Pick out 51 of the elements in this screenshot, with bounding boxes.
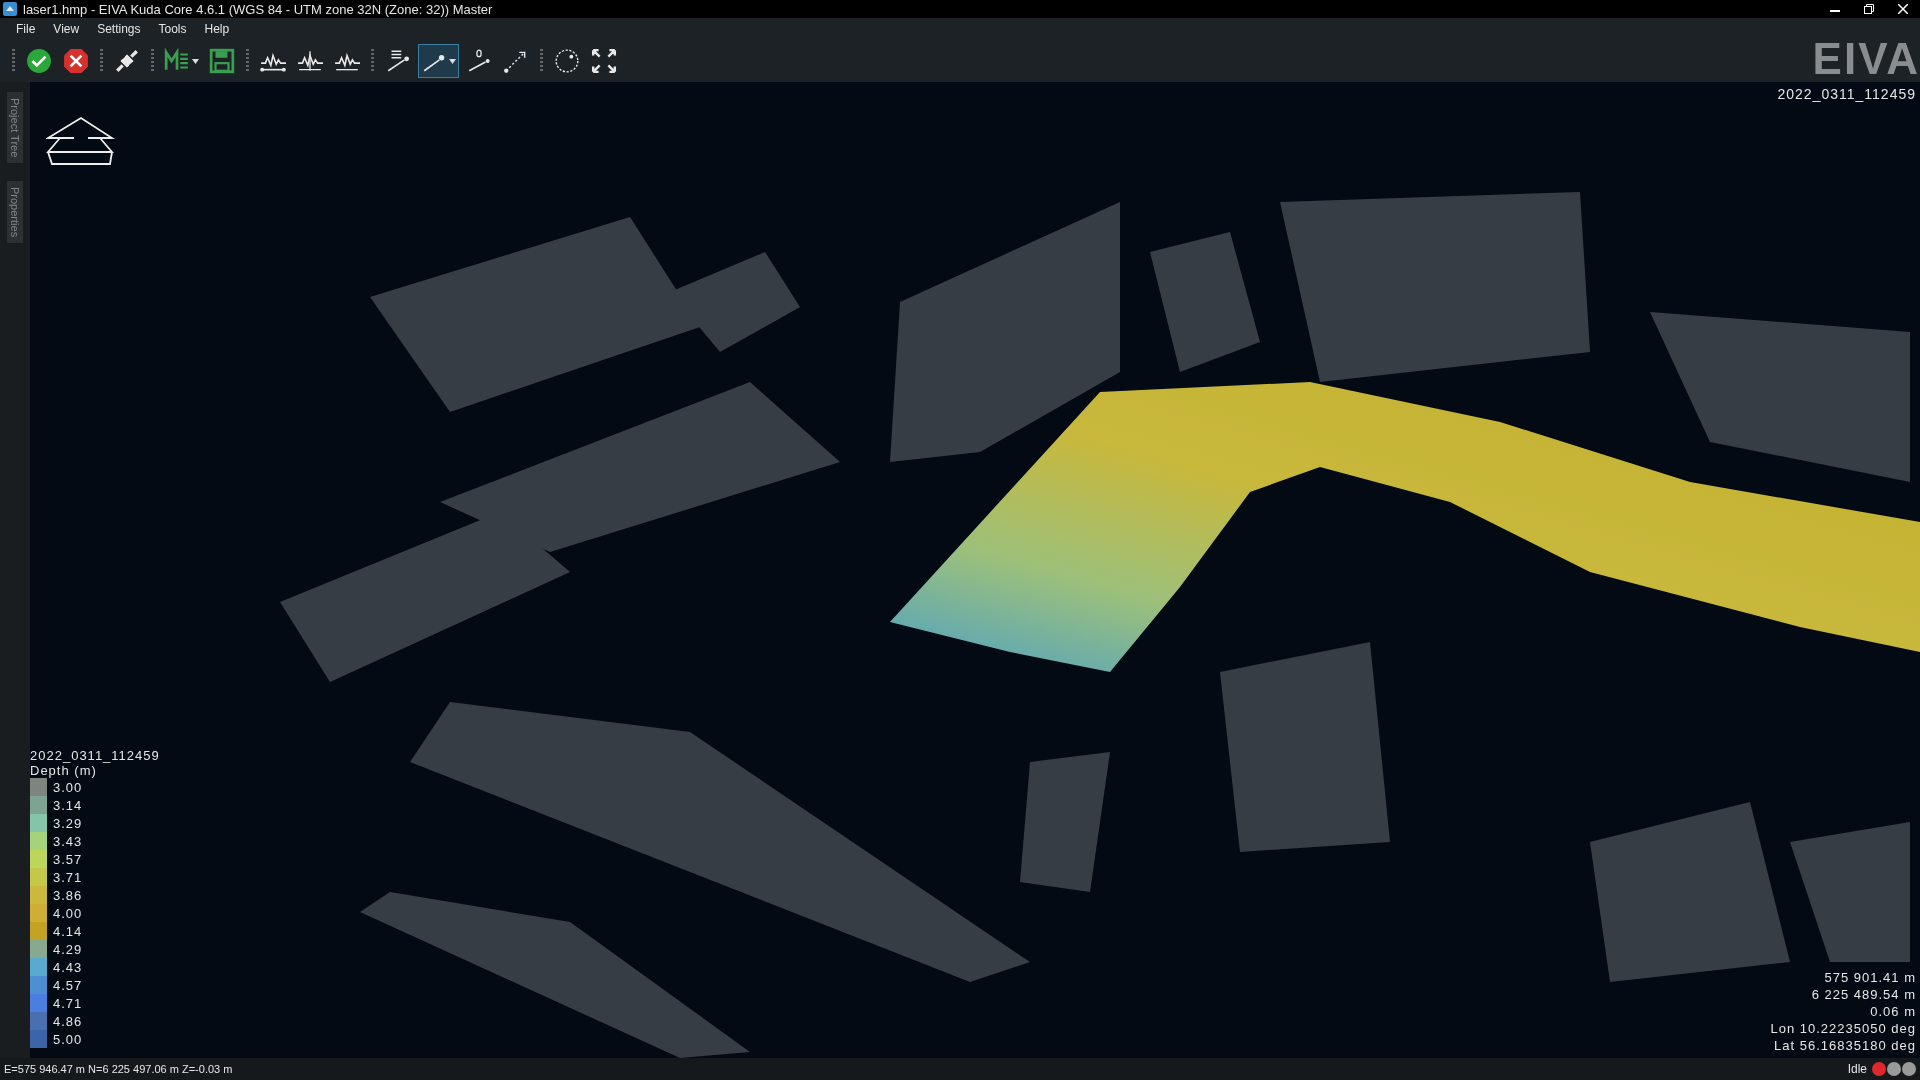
legend-label: 4.29 — [53, 941, 83, 957]
connect-icon — [114, 48, 140, 74]
status-text: Idle — [1847, 1062, 1867, 1076]
menu-item[interactable]: Settings — [89, 19, 149, 39]
fullscreen-icon — [591, 48, 617, 74]
close-icon — [1898, 4, 1908, 14]
save-icon — [209, 48, 235, 74]
legend-label: 3.43 — [53, 833, 83, 849]
caret-icon — [192, 58, 199, 64]
legend-label: 4.57 — [53, 977, 83, 993]
legend-dataset-name: 2022_0311_112459 — [30, 748, 160, 763]
caret-icon — [449, 58, 456, 64]
coordinate-readout: Lon 10.22235050 deg — [1770, 1020, 1916, 1037]
legend-label: 4.14 — [53, 923, 83, 939]
coordinate-readout: 6 225 489.54 m — [1811, 986, 1916, 1003]
legend-label: 3.71 — [53, 869, 83, 885]
point-list-icon — [385, 48, 411, 74]
circle-icon — [554, 48, 580, 74]
legend-label: 3.29 — [53, 815, 83, 831]
legend-label: 4.00 — [53, 905, 83, 921]
scene-view[interactable]: 2022_0311_112459 2022_0311_112459 Depth (m) 3.00 3.14 3.29 3.43 3.57 3.71 3.86 4.00 4.14 4.29 4.43 4.57 4.71 4.86 5.00 575 901.41 m 6 225 489.54 m 0.06 m Lon 10.22235050 deg Lat 56.16835180 deg — [30, 82, 1920, 1058]
wave-marker-icon — [297, 48, 323, 74]
dataset-name: 2022_0311_112459 — [1777, 86, 1916, 102]
north-arrow-icon[interactable] — [46, 116, 116, 166]
reject-icon — [63, 48, 89, 74]
menu-item[interactable]: Tools — [150, 19, 195, 39]
restore-icon — [1864, 4, 1874, 14]
legend-label: 3.57 — [53, 851, 83, 867]
app-icon — [3, 2, 17, 16]
legend-label: 3.14 — [53, 797, 83, 813]
menu-item[interactable]: File — [8, 19, 44, 39]
legend-label: 4.71 — [53, 995, 83, 1011]
menu-item[interactable]: Help — [196, 19, 238, 39]
coordinate-readout: 0.06 m — [1870, 1003, 1916, 1020]
coordinate-readout: Lat 56.16835180 deg — [1774, 1037, 1916, 1054]
legend-title: Depth (m) — [30, 763, 98, 778]
side-tab[interactable]: Properties — [7, 181, 23, 244]
window-title: laser1.hmp - EIVA Kuda Core 4.6.1 (WGS 84 - UTM zone 32N (Zone: 32)) Master — [23, 1, 494, 17]
side-tab[interactable]: Project Tree — [7, 92, 23, 164]
cursor-coordinates: E=575 946.47 m N=6 225 497.06 m Z=-0.03 m — [4, 1063, 234, 1075]
legend-label: 3.86 — [53, 887, 83, 903]
menu-item[interactable]: View — [45, 19, 88, 39]
accept-icon — [26, 48, 52, 74]
point-tool-button[interactable] — [418, 44, 459, 78]
legend-label: 3.00 — [53, 779, 83, 795]
legend-label: 4.86 — [53, 1013, 83, 1029]
legend-label: 4.43 — [53, 959, 83, 975]
coordinate-readout: 575 901.41 m — [1824, 969, 1916, 986]
legend-label: 5.00 — [53, 1031, 83, 1047]
point-zero-icon — [466, 48, 492, 74]
logo: EIVA — [1812, 34, 1920, 84]
